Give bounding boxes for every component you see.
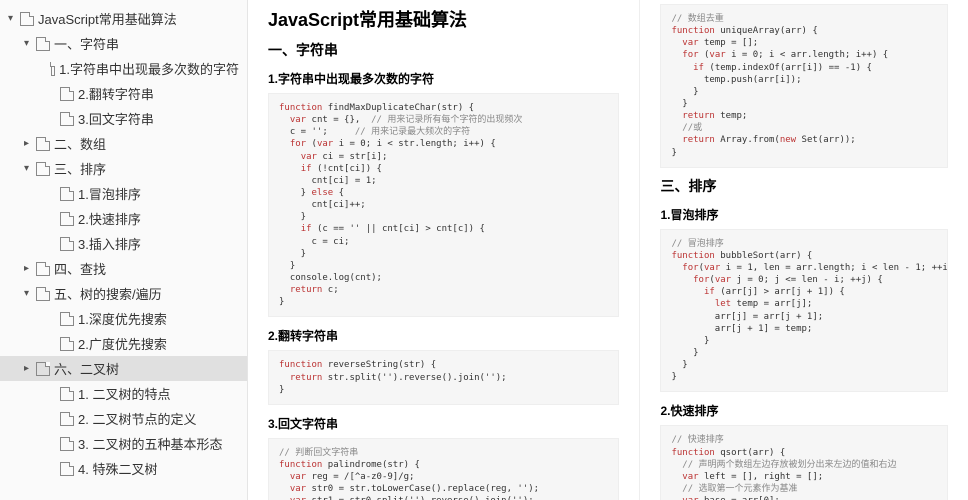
file-icon <box>60 337 74 351</box>
page-title: JavaScript常用基础算法 <box>268 6 619 32</box>
tree-item-label: 3.回文字符串 <box>78 109 154 128</box>
tree-item-16[interactable]: 2. 二叉树节点的定义 <box>0 406 247 431</box>
content-area: JavaScript常用基础算法 一、字符串 1.字符串中出现最多次数的字符 f… <box>248 0 968 500</box>
tree-item-12[interactable]: 1.深度优先搜索 <box>0 306 247 331</box>
file-icon <box>36 362 50 376</box>
tree-item-label: JavaScript常用基础算法 <box>38 9 177 28</box>
tree-item-label: 1.冒泡排序 <box>78 184 141 203</box>
tree-item-label: 1. 二叉树的特点 <box>78 384 170 403</box>
file-icon <box>60 237 74 251</box>
file-icon <box>36 37 50 51</box>
file-icon <box>60 462 74 476</box>
tree-item-label: 2. 二叉树节点的定义 <box>78 409 196 428</box>
tree-item-17[interactable]: 3. 二叉树的五种基本形态 <box>0 431 247 456</box>
tree-item-label: 2.翻转字符串 <box>78 84 154 103</box>
file-icon <box>60 187 74 201</box>
tree-item-1[interactable]: ▾ 一、字符串 <box>0 31 247 56</box>
file-icon <box>36 137 50 151</box>
file-icon <box>60 212 74 226</box>
chevron-icon: ▾ <box>24 38 36 49</box>
file-icon <box>60 112 74 126</box>
tree-item-15[interactable]: 1. 二叉树的特点 <box>0 381 247 406</box>
section-strings: 一、字符串 <box>268 40 619 60</box>
subsection-3-2: 2.快速排序 <box>660 402 948 419</box>
tree-item-5[interactable]: ▸ 二、数组 <box>0 131 247 156</box>
tree-item-label: 4. 特殊二叉树 <box>78 459 157 478</box>
subsection-3-1: 1.冒泡排序 <box>660 206 948 223</box>
section-sort: 三、排序 <box>660 176 948 196</box>
tree-item-18[interactable]: 4. 特殊二叉树 <box>0 456 247 481</box>
center-column: JavaScript常用基础算法 一、字符串 1.字符串中出现最多次数的字符 f… <box>248 0 640 500</box>
code-block-3: // 判断回文字符串 function palindrome(str) { va… <box>268 438 619 500</box>
subsection-1-2: 2.翻转字符串 <box>268 327 619 344</box>
chevron-icon: ▾ <box>24 288 36 299</box>
file-icon <box>36 162 50 176</box>
tree-item-label: 2.快速排序 <box>78 209 141 228</box>
tree-item-label: 3. 二叉树的五种基本形态 <box>78 434 222 453</box>
tree-item-9[interactable]: 3.插入排序 <box>0 231 247 256</box>
file-icon <box>51 62 56 76</box>
tree-item-label: 1.字符串中出现最多次数的字符 <box>59 59 239 78</box>
tree-item-label: 2.广度优先搜索 <box>78 334 167 353</box>
tree-item-0[interactable]: ▾ JavaScript常用基础算法 <box>0 6 247 31</box>
tree-item-14[interactable]: ▸ 六、二叉树 <box>0 356 247 381</box>
code-block-1: function findMaxDuplicateChar(str) { var… <box>268 93 619 317</box>
tree-item-4[interactable]: 3.回文字符串 <box>0 106 247 131</box>
subsection-1-3: 3.回文字符串 <box>268 415 619 432</box>
tree-item-3[interactable]: 2.翻转字符串 <box>0 81 247 106</box>
tree-item-label: 五、树的搜索/遍历 <box>54 284 162 303</box>
tree-item-label: 3.插入排序 <box>78 234 141 253</box>
tree-item-6[interactable]: ▾ 三、排序 <box>0 156 247 181</box>
code-block-bubble: // 冒泡排序 function bubbleSort(arr) { for(v… <box>660 229 948 393</box>
code-block-dedup: // 数组去重 function uniqueArray(arr) { var … <box>660 4 948 168</box>
chevron-icon: ▸ <box>24 263 36 274</box>
file-icon <box>36 262 50 276</box>
file-icon <box>60 437 74 451</box>
chevron-icon: ▾ <box>24 163 36 174</box>
tree-item-label: 一、字符串 <box>54 34 119 53</box>
tree-item-2[interactable]: 1.字符串中出现最多次数的字符 <box>0 56 247 81</box>
code-block-qsort: // 快速排序 function qsort(arr) { // 声明两个数组左… <box>660 425 948 500</box>
file-icon <box>60 312 74 326</box>
right-column: // 数组去重 function uniqueArray(arr) { var … <box>640 0 968 500</box>
tree-item-7[interactable]: 1.冒泡排序 <box>0 181 247 206</box>
chevron-icon: ▾ <box>8 13 20 24</box>
file-icon <box>20 12 34 26</box>
file-icon <box>36 287 50 301</box>
chevron-icon: ▸ <box>24 138 36 149</box>
tree-item-13[interactable]: 2.广度优先搜索 <box>0 331 247 356</box>
tree-item-label: 四、查找 <box>54 259 106 278</box>
tree-item-label: 三、排序 <box>54 159 106 178</box>
subsection-1-1: 1.字符串中出现最多次数的字符 <box>268 70 619 87</box>
tree-item-10[interactable]: ▸ 四、查找 <box>0 256 247 281</box>
file-icon <box>60 87 74 101</box>
file-icon <box>60 412 74 426</box>
tree-item-8[interactable]: 2.快速排序 <box>0 206 247 231</box>
tree-item-label: 1.深度优先搜索 <box>78 309 167 328</box>
code-block-2: function reverseString(str) { return str… <box>268 350 619 404</box>
file-icon <box>60 387 74 401</box>
chevron-icon: ▸ <box>24 363 36 374</box>
sidebar-tree: ▾JavaScript常用基础算法▾一、字符串1.字符串中出现最多次数的字符2.… <box>0 0 248 500</box>
tree-item-11[interactable]: ▾ 五、树的搜索/遍历 <box>0 281 247 306</box>
tree-item-label: 六、二叉树 <box>54 359 119 378</box>
tree-item-label: 二、数组 <box>54 134 106 153</box>
